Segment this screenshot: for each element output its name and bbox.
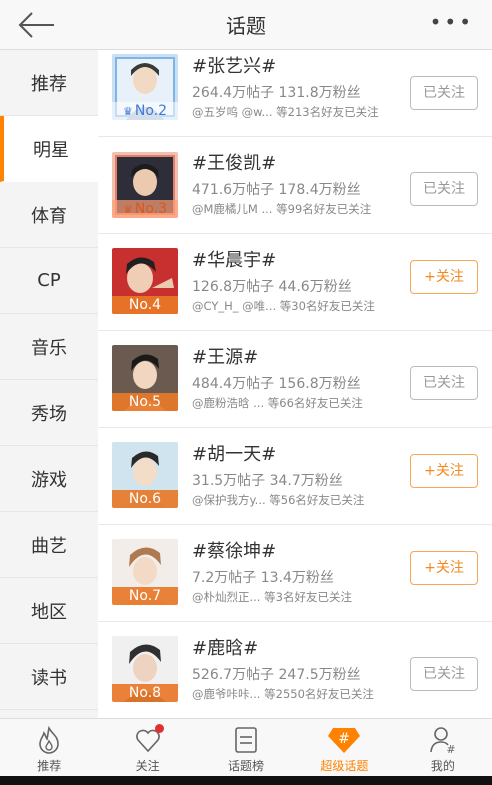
tab-topic-ranking[interactable]: 话题榜 [197, 719, 295, 776]
topic-list: ♛ No.2 #张艺兴# 264.4万帖子 131.8万粉丝 @五岁呜 @w...… [98, 50, 492, 718]
topic-friends: @朴灿烈正... 等3名好友已关注 [192, 590, 352, 604]
sidebar-item-label: 明星 [33, 139, 69, 161]
category-sidebar: 推荐 明星 体育 CP 音乐 秀场 游戏 曲艺 地区 读书 [0, 50, 98, 718]
topic-row[interactable]: ♛ No.3 #王俊凯# 471.6万帖子 178.4万粉丝 @M鹿橘儿M ...… [98, 137, 492, 234]
sidebar-item-recommend[interactable]: 推荐 [0, 50, 98, 116]
page-title: 话题 [226, 14, 266, 38]
followed-button[interactable]: 已关注 [410, 366, 478, 400]
sidebar-item-sports[interactable]: 体育 [0, 182, 98, 248]
tab-super-topic[interactable]: # 超级话题 [295, 719, 393, 776]
followed-button[interactable]: 已关注 [410, 657, 478, 691]
rank-badge: No.8 [112, 684, 178, 702]
topic-title: #王源# [192, 347, 259, 368]
topic-stats: 264.4万帖子 131.8万粉丝 [192, 85, 361, 101]
topic-row[interactable]: No.7 #蔡徐坤# 7.2万帖子 13.4万粉丝 @朴灿烈正... 等3名好友… [98, 525, 492, 622]
sidebar-item-show[interactable]: 秀场 [0, 380, 98, 446]
notification-dot [155, 724, 165, 733]
topic-friends: @保护我方y... 等56名好友已关注 [192, 493, 365, 507]
user-icon: # [430, 727, 455, 755]
sidebar-item-label: 曲艺 [31, 535, 67, 557]
tab-label: 推荐 [37, 759, 62, 773]
sidebar-item-cp[interactable]: CP [0, 248, 98, 314]
tab-label: 超级话题 [320, 759, 369, 773]
rank-badge: ♛ No.2 [112, 102, 178, 120]
crown-icon: ♛ [122, 203, 133, 216]
sidebar-item-label: 读书 [31, 667, 67, 689]
followed-button[interactable]: 已关注 [410, 76, 478, 110]
nav-header: 话题 ••• [0, 0, 492, 50]
rank-badge: No.4 [112, 296, 178, 314]
tab-label: 话题榜 [228, 759, 265, 773]
tab-follow[interactable]: 关注 [98, 719, 196, 776]
topic-title: #王俊凯# [192, 153, 277, 174]
topic-avatar: No.6 [112, 442, 178, 508]
more-options-button[interactable]: ••• [430, 10, 474, 34]
sidebar-item-label: 音乐 [31, 337, 67, 359]
sidebar-item-music[interactable]: 音乐 [0, 314, 98, 380]
topic-stats: 471.6万帖子 178.4万粉丝 [192, 182, 361, 198]
hashtag-diamond-icon: # [328, 728, 361, 753]
bottom-tab-bar: 推荐 关注 话题榜 # 超级话题 # 我的 [0, 718, 492, 776]
topic-avatar: ♛ No.3 [112, 152, 178, 218]
topic-stats: 31.5万帖子 34.7万粉丝 [192, 473, 343, 489]
rank-badge: No.6 [112, 490, 178, 508]
topic-friends: @CY_H_ @唯... 等30名好友已关注 [192, 299, 375, 313]
topic-friends: @M鹿橘儿M ... 等99名好友已关注 [192, 202, 372, 216]
topic-row[interactable]: No.8 #鹿晗# 526.7万帖子 247.5万粉丝 @鹿爷咔咔... 等25… [98, 622, 492, 718]
rank-badge: No.7 [112, 587, 178, 605]
topic-stats: 126.8万帖子 44.6万粉丝 [192, 279, 352, 295]
topic-row[interactable]: No.5 #王源# 484.4万帖子 156.8万粉丝 @鹿粉浩晗 ... 等6… [98, 331, 492, 428]
sidebar-item-label: 体育 [31, 205, 67, 227]
back-button[interactable] [16, 8, 56, 42]
topic-row[interactable]: No.4 #华晨宇# 126.8万帖子 44.6万粉丝 @CY_H_ @唯...… [98, 234, 492, 331]
topic-row[interactable]: No.6 #胡一天# 31.5万帖子 34.7万粉丝 @保护我方y... 等56… [98, 428, 492, 525]
topic-stats: 484.4万帖子 156.8万粉丝 [192, 376, 361, 392]
sidebar-item-region[interactable]: 地区 [0, 578, 98, 644]
topic-avatar: ♛ No.2 [112, 54, 178, 120]
tab-me[interactable]: # 我的 [394, 719, 492, 776]
sidebar-item-books[interactable]: 读书 [0, 644, 98, 710]
topic-avatar: No.7 [112, 539, 178, 605]
sidebar-item-label: 地区 [31, 601, 67, 623]
crown-icon: ♛ [122, 105, 133, 118]
fire-icon [39, 725, 60, 754]
tab-label: 关注 [135, 759, 160, 773]
follow-button[interactable]: +关注 [410, 551, 478, 585]
back-arrow-icon [18, 12, 54, 38]
sidebar-item-label: CP [37, 270, 61, 291]
topic-friends: @鹿粉浩晗 ... 等66名好友已关注 [192, 396, 363, 410]
rank-badge: ♛ No.3 [112, 200, 178, 218]
topic-friends: @五岁呜 @w... 等213名好友已关注 [192, 105, 379, 119]
tab-label: 我的 [430, 759, 455, 773]
topic-avatar: No.8 [112, 636, 178, 702]
sidebar-item-stars[interactable]: 明星 [0, 116, 98, 182]
topic-stats: 7.2万帖子 13.4万粉丝 [192, 570, 334, 586]
topic-title: #华晨宇# [192, 250, 277, 271]
topic-title: #蔡徐坤# [192, 541, 277, 562]
topic-title: #胡一天# [192, 444, 277, 465]
rank-badge: No.5 [112, 393, 178, 411]
topic-friends: @鹿爷咔咔... 等2550名好友已关注 [192, 687, 374, 701]
sidebar-item-label: 游戏 [31, 469, 67, 491]
topic-stats: 526.7万帖子 247.5万粉丝 [192, 667, 361, 683]
follow-button[interactable]: +关注 [410, 454, 478, 488]
sidebar-item-games[interactable]: 游戏 [0, 446, 98, 512]
system-navigation-bar [0, 776, 492, 785]
followed-button[interactable]: 已关注 [410, 172, 478, 206]
topic-title: #鹿晗# [192, 638, 259, 659]
sidebar-item-opera[interactable]: 曲艺 [0, 512, 98, 578]
svg-text:#: # [446, 743, 455, 755]
topic-row[interactable]: ♛ No.2 #张艺兴# 264.4万帖子 131.8万粉丝 @五岁呜 @w...… [98, 50, 492, 137]
tab-recommend[interactable]: 推荐 [0, 719, 98, 776]
topic-avatar: No.4 [112, 248, 178, 314]
follow-button[interactable]: +关注 [410, 260, 478, 294]
topic-avatar: No.5 [112, 345, 178, 411]
topic-title: #张艺兴# [192, 56, 277, 77]
sidebar-item-label: 推荐 [31, 73, 67, 95]
list-icon [235, 727, 257, 753]
sidebar-item-label: 秀场 [31, 403, 67, 425]
svg-text:#: # [339, 731, 351, 747]
